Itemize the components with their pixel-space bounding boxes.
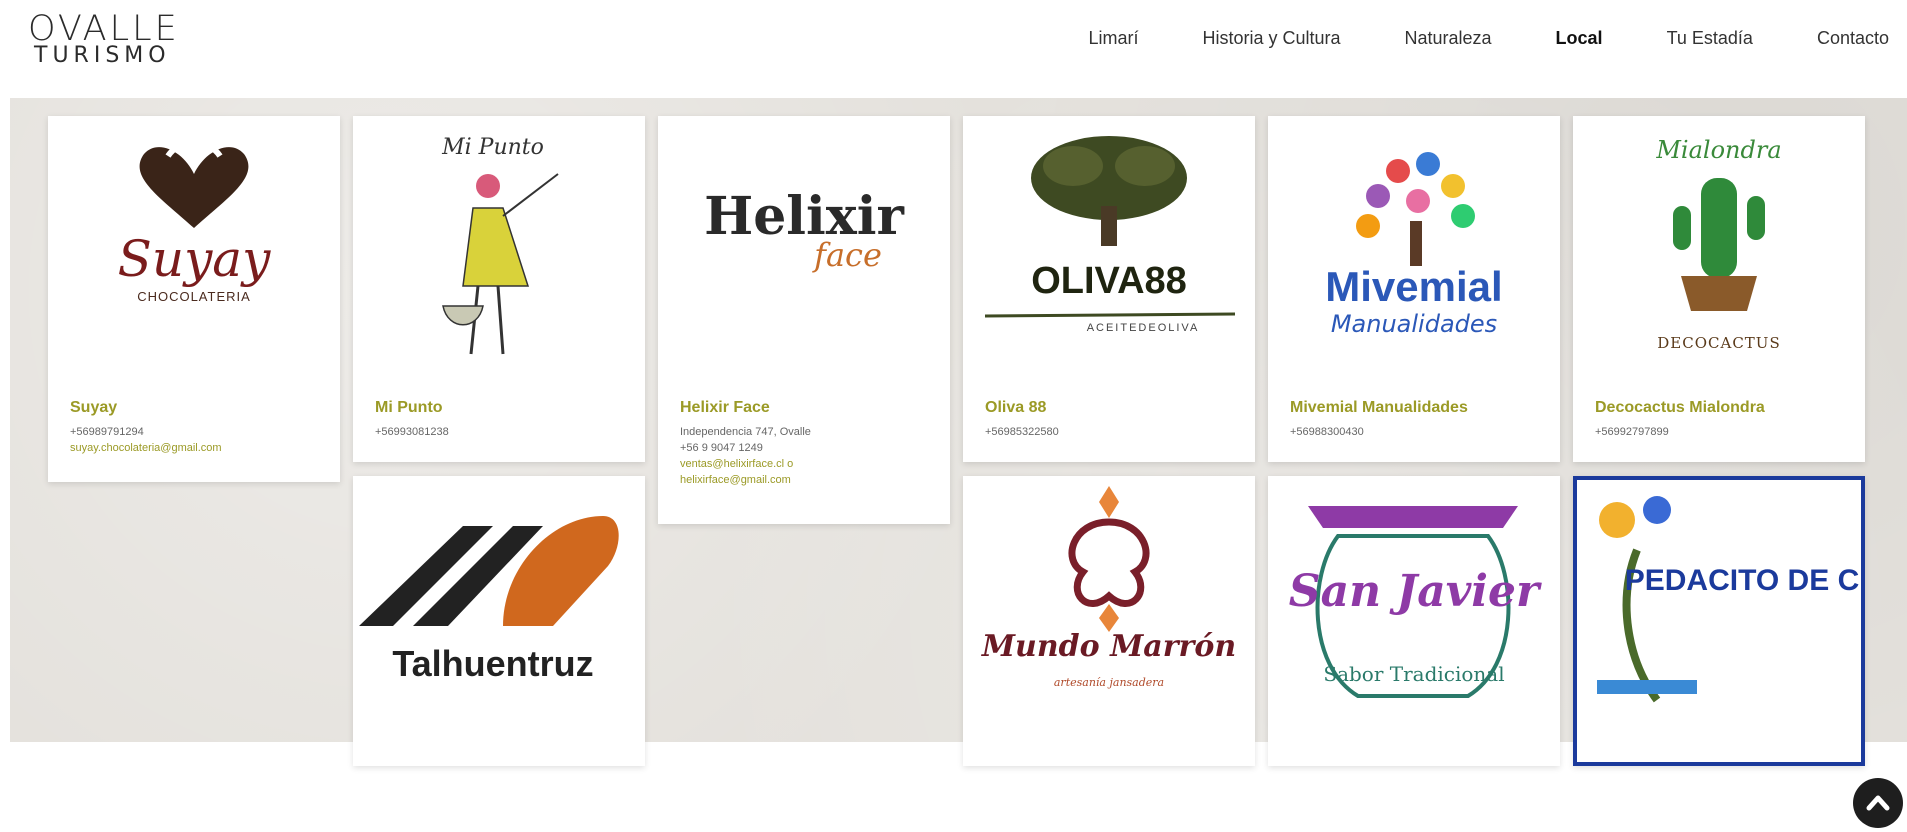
logo-line-2: TURISMO xyxy=(34,43,171,68)
mi-punto-logo: Mi Punto xyxy=(441,135,559,355)
business-card-talhuentruz[interactable]: Talhuentruz xyxy=(353,476,645,766)
nav-limari[interactable]: Limarí xyxy=(1088,28,1138,49)
business-name: Helixir Face xyxy=(680,399,770,416)
business-name: Oliva 88 xyxy=(985,399,1047,416)
decocactus-logo: Mialondra DECOCACTUS xyxy=(1655,136,1781,352)
helixir-logo: Helixir face xyxy=(704,186,904,274)
svg-text:Sabor Tradicional: Sabor Tradicional xyxy=(1323,662,1504,686)
svg-text:ACEITEDEOLIVA: ACEITEDEOLIVA xyxy=(1087,322,1200,334)
svg-text:DECOCACTUS: DECOCACTUS xyxy=(1657,334,1780,352)
business-card-decocactus-mialondra[interactable]: Mialondra DECOCACTUS Decocactus Mialondr… xyxy=(1573,116,1865,462)
svg-text:CHOCOLATERIA: CHOCOLATERIA xyxy=(137,289,251,304)
business-card-pedacito-de-cielo[interactable]: PEDACITO DE CIELO xyxy=(1573,476,1865,766)
svg-text:artesanía jansadera: artesanía jansadera xyxy=(1054,676,1164,689)
svg-text:Mundo Marrón: Mundo Marrón xyxy=(981,629,1236,664)
svg-text:San Javier: San Javier xyxy=(1289,566,1542,617)
email-link[interactable]: suyay.chocolateria@gmail.com xyxy=(70,442,222,454)
business-card-mivemial-manualidades[interactable]: Mivemial Manualidades Mivemial Manualida… xyxy=(1268,116,1560,462)
email-link-2[interactable]: helixirface@gmail.com xyxy=(680,474,791,486)
svg-text:Manualidades: Manualidades xyxy=(1331,310,1497,338)
nav-naturaleza[interactable]: Naturaleza xyxy=(1405,28,1492,49)
phone: +56993081238 xyxy=(375,426,449,438)
business-card-mundo-marron[interactable]: Mundo Marrón artesanía jansadera xyxy=(963,476,1255,766)
site-logo[interactable]: OVALLE TURISMO xyxy=(28,12,180,67)
business-card-oliva-88[interactable]: OLIVA88 ACEITEDEOLIVA Oliva 88 +56985322… xyxy=(963,116,1255,462)
business-card-mi-punto[interactable]: Mi Punto Mi Punto +56993081238 xyxy=(353,116,645,462)
nav-contacto[interactable]: Contacto xyxy=(1817,28,1889,49)
scroll-to-top-button[interactable] xyxy=(1853,778,1903,828)
svg-text:Mivemial: Mivemial xyxy=(1325,263,1502,310)
nav-historia-y-cultura[interactable]: Historia y Cultura xyxy=(1202,28,1340,49)
san-javier-logo: San Javier Sabor Tradicional xyxy=(1289,506,1542,698)
svg-text:Talhuentruz: Talhuentruz xyxy=(392,643,593,684)
logo-line-1: OVALLE xyxy=(28,9,180,49)
business-name: Mi Punto xyxy=(375,399,443,416)
phone: +56 9 9047 1249 xyxy=(680,442,763,454)
chevron-up-icon xyxy=(1866,795,1890,811)
business-name: Mivemial Manualidades xyxy=(1290,399,1468,416)
nav-tu-estadia[interactable]: Tu Estadía xyxy=(1667,28,1753,49)
talhuentruz-logo: Talhuentruz xyxy=(359,516,619,684)
svg-text:OLIVA88: OLIVA88 xyxy=(1031,260,1187,302)
main-nav: Limarí Historia y Cultura Naturaleza Loc… xyxy=(1024,28,1889,49)
email-link[interactable]: ventas@helixirface.cl o xyxy=(680,458,793,470)
address: Independencia 747, Ovalle xyxy=(680,426,811,438)
business-card-suyay[interactable]: Suyay CHOCOLATERIA Suyay +56989791294 su… xyxy=(48,116,340,482)
phone: +56985322580 xyxy=(985,426,1059,438)
business-name: Decocactus Mialondra xyxy=(1595,399,1765,416)
phone: +56989791294 xyxy=(70,426,144,438)
svg-text:face: face xyxy=(812,236,882,274)
svg-text:Mi Punto: Mi Punto xyxy=(441,135,544,160)
mivemial-logo: Mivemial Manualidades xyxy=(1325,152,1503,338)
oliva88-logo: OLIVA88 ACEITEDEOLIVA xyxy=(984,136,1236,334)
business-card-helixir-face[interactable]: Helixir face Helixir Face Independencia … xyxy=(658,116,950,524)
business-name: Suyay xyxy=(70,399,118,416)
nav-local[interactable]: Local xyxy=(1556,28,1603,49)
business-grid: Suyay CHOCOLATERIA Suyay +56989791294 su… xyxy=(10,98,1907,828)
pedacito-de-cielo-logo: PEDACITO DE CIELO xyxy=(1597,496,1865,703)
mundo-marron-logo: Mundo Marrón artesanía jansadera xyxy=(981,486,1236,689)
svg-text:Mialondra: Mialondra xyxy=(1655,136,1781,164)
phone: +56992797899 xyxy=(1595,426,1669,438)
svg-text:Suyay: Suyay xyxy=(118,230,272,288)
suyay-logo: Suyay CHOCOLATERIA xyxy=(118,139,272,304)
business-card-san-javier[interactable]: San Javier Sabor Tradicional xyxy=(1268,476,1560,766)
svg-text:PEDACITO DE CIELO: PEDACITO DE CIELO xyxy=(1625,564,1865,597)
phone: +56988300430 xyxy=(1290,426,1364,438)
site-header: OVALLE TURISMO Limarí Historia y Cultura… xyxy=(0,0,1907,98)
